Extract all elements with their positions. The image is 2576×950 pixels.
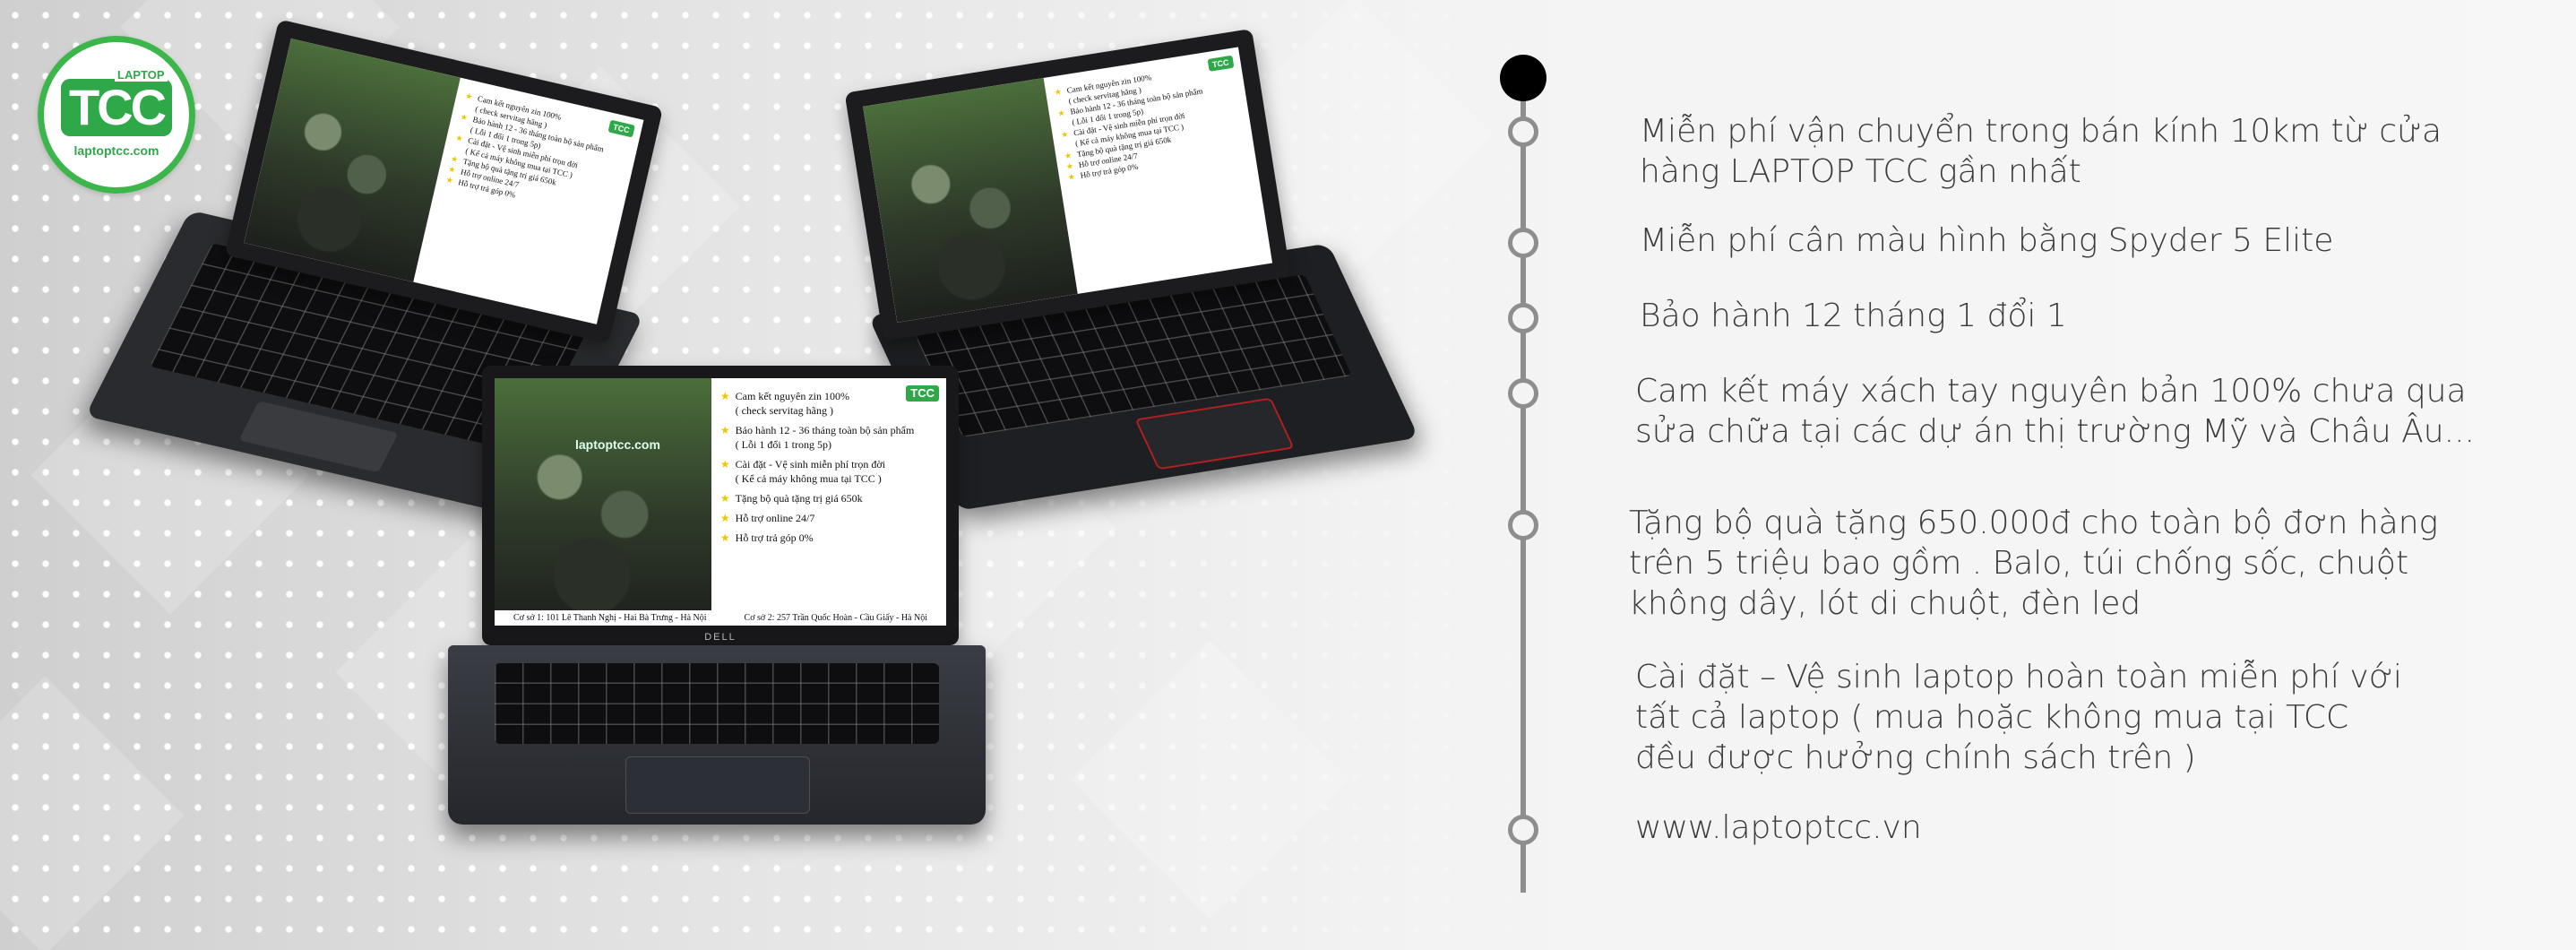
logo-name: TCC bbox=[61, 79, 172, 136]
laptop-right-screen-photo bbox=[863, 77, 1078, 323]
timeline-start-dot bbox=[1500, 55, 1546, 101]
feature-gift-bundle: Tặng bộ quà tặng 650.000đ cho toàn bộ đơ… bbox=[1629, 505, 2439, 622]
laptop-front-screen-logo: TCC bbox=[906, 385, 939, 402]
laptop-right-screen: TCC ★ Cam kết nguyên zin 100% ( check ser… bbox=[863, 47, 1273, 323]
feature-free-cleaning: Cài đặt – Vệ sinh laptop hoàn toàn miễn … bbox=[1635, 659, 2402, 776]
feature-color-calibration: Miễn phí cân màu hình bằng Spyder 5 Elit… bbox=[1640, 222, 2334, 259]
laptop-front-base bbox=[448, 645, 986, 825]
list-item: ★ Hỗ trợ online 24/7 bbox=[719, 512, 815, 524]
laptop-front-screen-list: TCC ★ Cam kết nguyên zin 100% ( check ser… bbox=[711, 378, 946, 626]
laptop-front-touchpad bbox=[625, 756, 810, 814]
timeline-dot bbox=[1508, 815, 1538, 845]
feature-original-commitment: Cam kết máy xách tay nguyên bản 100% chư… bbox=[1635, 373, 2475, 450]
list-item: ★ Cam kết nguyên zin 100% ( check servita… bbox=[719, 390, 849, 417]
timeline-line bbox=[1521, 77, 1526, 893]
timeline-dot bbox=[1508, 378, 1538, 409]
laptop-front-screen: laptoptcc.com TCC ★ Cam kết nguyên zin 10… bbox=[495, 378, 946, 626]
laptop-front-screen-photo: laptoptcc.com bbox=[495, 378, 711, 626]
list-item: ★ Bảo hành 12 - 36 tháng toàn bộ sản phẩm… bbox=[719, 424, 915, 451]
address-1: Cơ sở 1: 101 Lê Thanh Nghị - Hai Bà Trưn… bbox=[513, 613, 707, 623]
address-2: Cơ sở 2: 257 Trần Quốc Hoàn - Cầu Giấy -… bbox=[744, 613, 927, 623]
logo-badge: LAPTOP bbox=[115, 68, 168, 82]
timeline-dot bbox=[1508, 228, 1538, 258]
laptop-front: laptoptcc.com TCC ★ Cam kết nguyên zin 10… bbox=[448, 366, 1004, 832]
laptop-right-touchpad bbox=[1134, 397, 1295, 471]
logo-url: laptoptcc.com bbox=[73, 143, 159, 158]
feature-warranty: Bảo hành 12 tháng 1 đổi 1 bbox=[1640, 298, 2067, 334]
timeline-dot bbox=[1508, 303, 1538, 333]
website-link[interactable]: www.laptoptcc.vn bbox=[1635, 808, 1922, 848]
laptop-front-keyboard bbox=[495, 663, 939, 744]
list-item: ★ Hỗ trợ trả góp 0% bbox=[719, 531, 814, 544]
laptop-right-screen-list: TCC ★ Cam kết nguyên zin 100% ( check ser… bbox=[1043, 48, 1272, 294]
timeline-dot bbox=[1508, 117, 1538, 147]
screen-address-footer: Cơ sở 1: 101 Lê Thanh Nghị - Hai Bà Trưn… bbox=[495, 610, 946, 626]
list-item: ★ Cài đặt - Vệ sinh miễn phí trọn đời ( K… bbox=[719, 458, 886, 485]
feature-free-shipping: Miễn phí vận chuyển trong bán kính 10km … bbox=[1640, 113, 2442, 190]
dell-logo: DELL bbox=[704, 632, 737, 643]
laptop-front-lid: laptoptcc.com TCC ★ Cam kết nguyên zin 10… bbox=[482, 366, 959, 645]
photo-sign: laptoptcc.com bbox=[575, 437, 660, 452]
list-item: ★ Tặng bộ quà tặng trị giá 650k bbox=[719, 492, 863, 505]
timeline-dot bbox=[1508, 510, 1538, 540]
